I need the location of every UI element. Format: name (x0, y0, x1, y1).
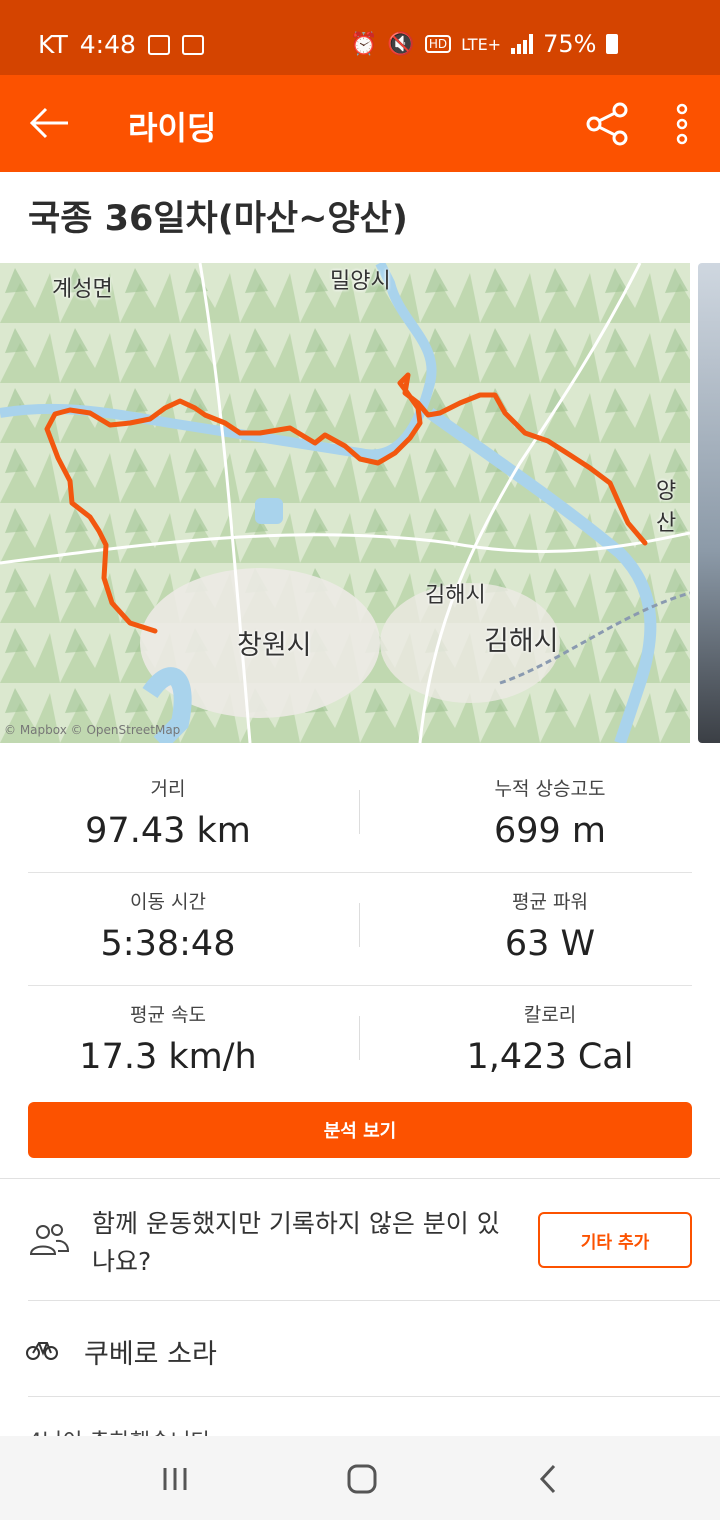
stat-avg-speed: 평균 속도 17.3 km/h (28, 1000, 308, 1077)
map-canvas (0, 263, 690, 743)
stat-value: 1,423 Cal (466, 1037, 634, 1077)
stat-label: 칼로리 (523, 1004, 577, 1026)
network-type: LTE+ (461, 34, 502, 54)
add-others-row: 함께 운동했지만 기록하지 않은 분이 있나요? 기타 추가 (0, 1180, 720, 1300)
stats-row: 평균 속도 17.3 km/h 칼로리 1,423 Cal (28, 986, 692, 1099)
activity-title: 국종 36일차(마산~양산) (28, 199, 408, 239)
map-label: 밀양시 (330, 269, 391, 294)
more-vertical-icon[interactable] (668, 103, 696, 145)
status-bar: KT 4:48 ⏰ 🔇 HD LTE+ 75% (0, 0, 720, 75)
stat-distance: 거리 97.43 km (28, 774, 308, 851)
mute-icon: 🔇 (387, 31, 415, 57)
divider (359, 903, 360, 947)
add-others-prompt: 함께 운동했지만 기록하지 않은 분이 있나요? (92, 1209, 500, 1276)
stat-label: 거리 (150, 778, 186, 800)
gear-row[interactable]: 쿠베로 소라 (0, 1302, 720, 1396)
arrow-left-icon[interactable] (28, 101, 72, 145)
home-icon[interactable] (342, 1460, 382, 1498)
map-label: 김해시 (484, 626, 559, 657)
view-analysis-button[interactable]: 분석 보기 (28, 1102, 692, 1158)
divider (0, 1178, 720, 1179)
stats-row: 이동 시간 5:38:48 평균 파워 63 W (28, 873, 692, 986)
divider (28, 1300, 720, 1301)
map-label: 창원시 (237, 630, 312, 661)
map-attribution[interactable]: © Mapbox © OpenStreetMap (4, 723, 180, 737)
hd-icon: HD (424, 35, 452, 53)
divider (359, 1016, 360, 1060)
map-label: 양산 (656, 479, 677, 536)
status-right: ⏰ 🔇 HD LTE+ 75% (350, 30, 619, 58)
stats-row: 거리 97.43 km 누적 상승고도 699 m (28, 760, 692, 873)
stat-label: 누적 상승고도 (494, 778, 606, 800)
carrier: KT (38, 30, 68, 59)
stat-value: 63 W (504, 924, 596, 964)
map-label: 김해시 (425, 583, 486, 608)
battery-percent: 75% (543, 30, 597, 58)
stat-avg-power: 평균 파워 63 W (410, 887, 690, 964)
gallery-icon (147, 34, 170, 55)
stat-elevation: 누적 상승고도 699 m (410, 774, 690, 851)
alarm-icon: ⏰ (350, 31, 378, 57)
stat-value: 97.43 km (85, 811, 251, 851)
signal-icon (511, 34, 534, 54)
stat-calories: 칼로리 1,423 Cal (410, 1000, 690, 1077)
app-title: 라이딩 (128, 109, 217, 147)
recent-apps-icon[interactable] (155, 1460, 195, 1498)
system-nav-bar (0, 1436, 720, 1520)
divider (359, 790, 360, 834)
gear-name: 쿠베로 소라 (84, 1339, 217, 1370)
cast-icon (181, 34, 204, 55)
map-label: 계성면 (52, 277, 113, 302)
people-icon (29, 1224, 70, 1255)
app-bar: 라이딩 (0, 75, 720, 172)
share-icon[interactable] (584, 101, 630, 147)
add-others-button[interactable]: 기타 추가 (538, 1212, 692, 1268)
kudos-text[interactable]: 4님이 축하했습니다 (28, 1424, 211, 1436)
stat-label: 이동 시간 (130, 891, 206, 913)
route-map[interactable]: 계성면 밀양시 양산 김해시 김해시 창원시 © Mapbox © OpenSt… (0, 263, 690, 743)
stats-grid: 거리 97.43 km 누적 상승고도 699 m 이동 시간 5:38:48 … (28, 760, 692, 1099)
divider (28, 1396, 720, 1397)
battery-icon (606, 34, 619, 54)
clock: 4:48 (79, 30, 136, 59)
back-nav-icon[interactable] (530, 1460, 570, 1498)
stat-value: 5:38:48 (100, 924, 236, 964)
stat-value: 17.3 km/h (79, 1037, 257, 1077)
photo-thumbnail[interactable] (698, 263, 720, 743)
stat-label: 평균 파워 (512, 891, 588, 913)
stat-value: 699 m (493, 811, 607, 851)
status-left: KT 4:48 (38, 30, 204, 59)
stat-moving-time: 이동 시간 5:38:48 (28, 887, 308, 964)
reservoir (255, 498, 283, 524)
stat-label: 평균 속도 (130, 1004, 206, 1026)
bike-icon (26, 1342, 58, 1360)
